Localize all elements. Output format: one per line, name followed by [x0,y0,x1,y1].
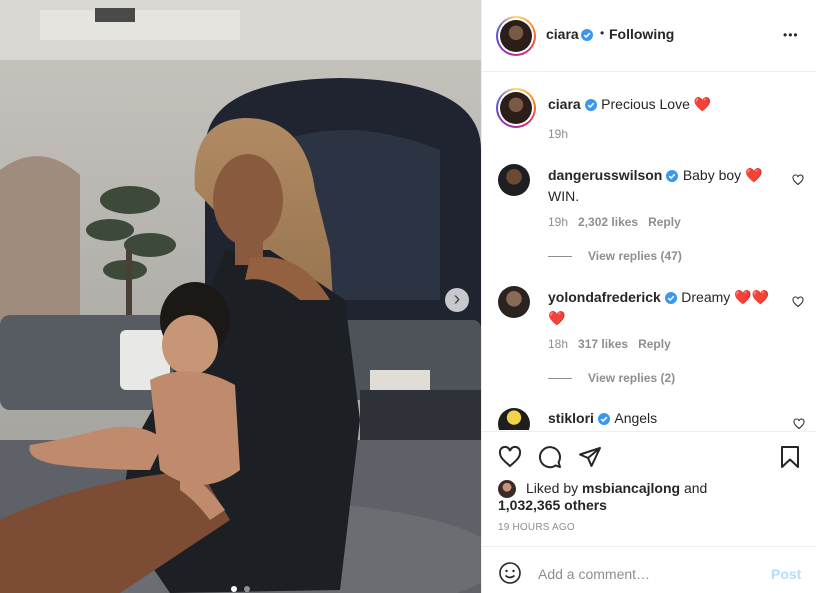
save-icon[interactable] [778,445,802,469]
photo-scene [0,0,481,593]
comment-reply-button[interactable]: Reply [648,215,681,229]
header-avatar[interactable] [496,16,536,56]
likes-and: and [683,480,708,496]
comment-icon[interactable] [538,445,562,469]
comment-likes[interactable]: 317 likes [578,337,628,351]
view-replies-button[interactable]: View replies (2) [548,371,675,385]
caption-time[interactable]: 19h [548,127,568,141]
verified-icon [597,412,610,430]
more-options-icon[interactable]: ••• [783,28,799,42]
comment-item: stiklori Angels [548,410,778,430]
comment-meta: 19h 2,302 likes Reply [548,215,681,229]
carousel-next-button[interactable]: › [445,288,469,312]
actions-divider [482,431,816,432]
verified-icon [664,291,677,309]
comment-avatar[interactable] [498,408,530,430]
liker-avatar[interactable] [498,480,516,498]
comment-reply-button[interactable]: Reply [638,337,671,351]
header-divider [482,71,816,72]
post-header: ciara • Following ••• [482,0,816,71]
comment-time[interactable]: 19h [548,215,568,229]
comment-avatar[interactable] [498,286,530,318]
caption-avatar[interactable] [496,88,536,128]
post-timestamp[interactable]: 19 HOURS AGO [498,522,575,533]
carousel-dot [244,586,251,592]
likes-summary: Liked by msbiancajlong and [526,479,786,497]
liker-username[interactable]: msbiancajlong [582,480,680,496]
emoji-icon[interactable] [498,561,522,585]
header-separator: • [600,26,605,40]
verified-icon [581,28,593,46]
chevron-right-icon: › [453,288,461,310]
comment-item: dangerusswilson Baby boy ❤️ WIN. [548,166,778,206]
post-photo[interactable]: › [0,0,481,593]
following-button[interactable]: Following [609,26,674,42]
comment-like-icon[interactable] [792,174,804,186]
caption: ciara Precious Love ❤️ [548,96,798,116]
likes-count[interactable]: 1,032,365 others [498,497,607,513]
like-icon[interactable] [498,445,522,469]
comment-username[interactable]: stiklori [548,410,594,426]
likes-prefix: Liked by [526,480,579,496]
comment-likes[interactable]: 2,302 likes [578,215,638,229]
comment-input[interactable] [536,562,760,586]
comment-meta: 18h 317 likes Reply [548,337,671,351]
comment-username[interactable]: dangerusswilson [548,167,662,183]
comment-like-icon[interactable] [792,296,804,308]
carousel-dots [231,579,251,593]
share-icon[interactable] [578,445,602,469]
comments-clip: stiklori Angels [482,400,816,430]
comment-text: Angels [614,410,658,426]
view-replies-button[interactable]: View replies (47) [548,249,682,263]
caption-username[interactable]: ciara [548,96,581,112]
post-details-panel: ciara • Following ••• ciara Precious Lov… [481,0,816,593]
post-button[interactable]: Post [771,566,801,582]
comment-avatar[interactable] [498,164,530,196]
header-username[interactable]: ciara [546,26,579,42]
comment-time[interactable]: 18h [548,337,568,351]
comment-box-divider [482,546,816,547]
caption-text: Precious Love ❤️ [601,96,712,112]
comment-username[interactable]: yolondafrederick [548,289,661,305]
comment-like-icon[interactable] [793,418,805,430]
verified-icon [666,169,679,187]
comment-item: yolondafrederick Dreamy ❤️❤️❤️ [548,288,778,328]
verified-icon [584,98,597,116]
carousel-dot-active [231,586,237,592]
